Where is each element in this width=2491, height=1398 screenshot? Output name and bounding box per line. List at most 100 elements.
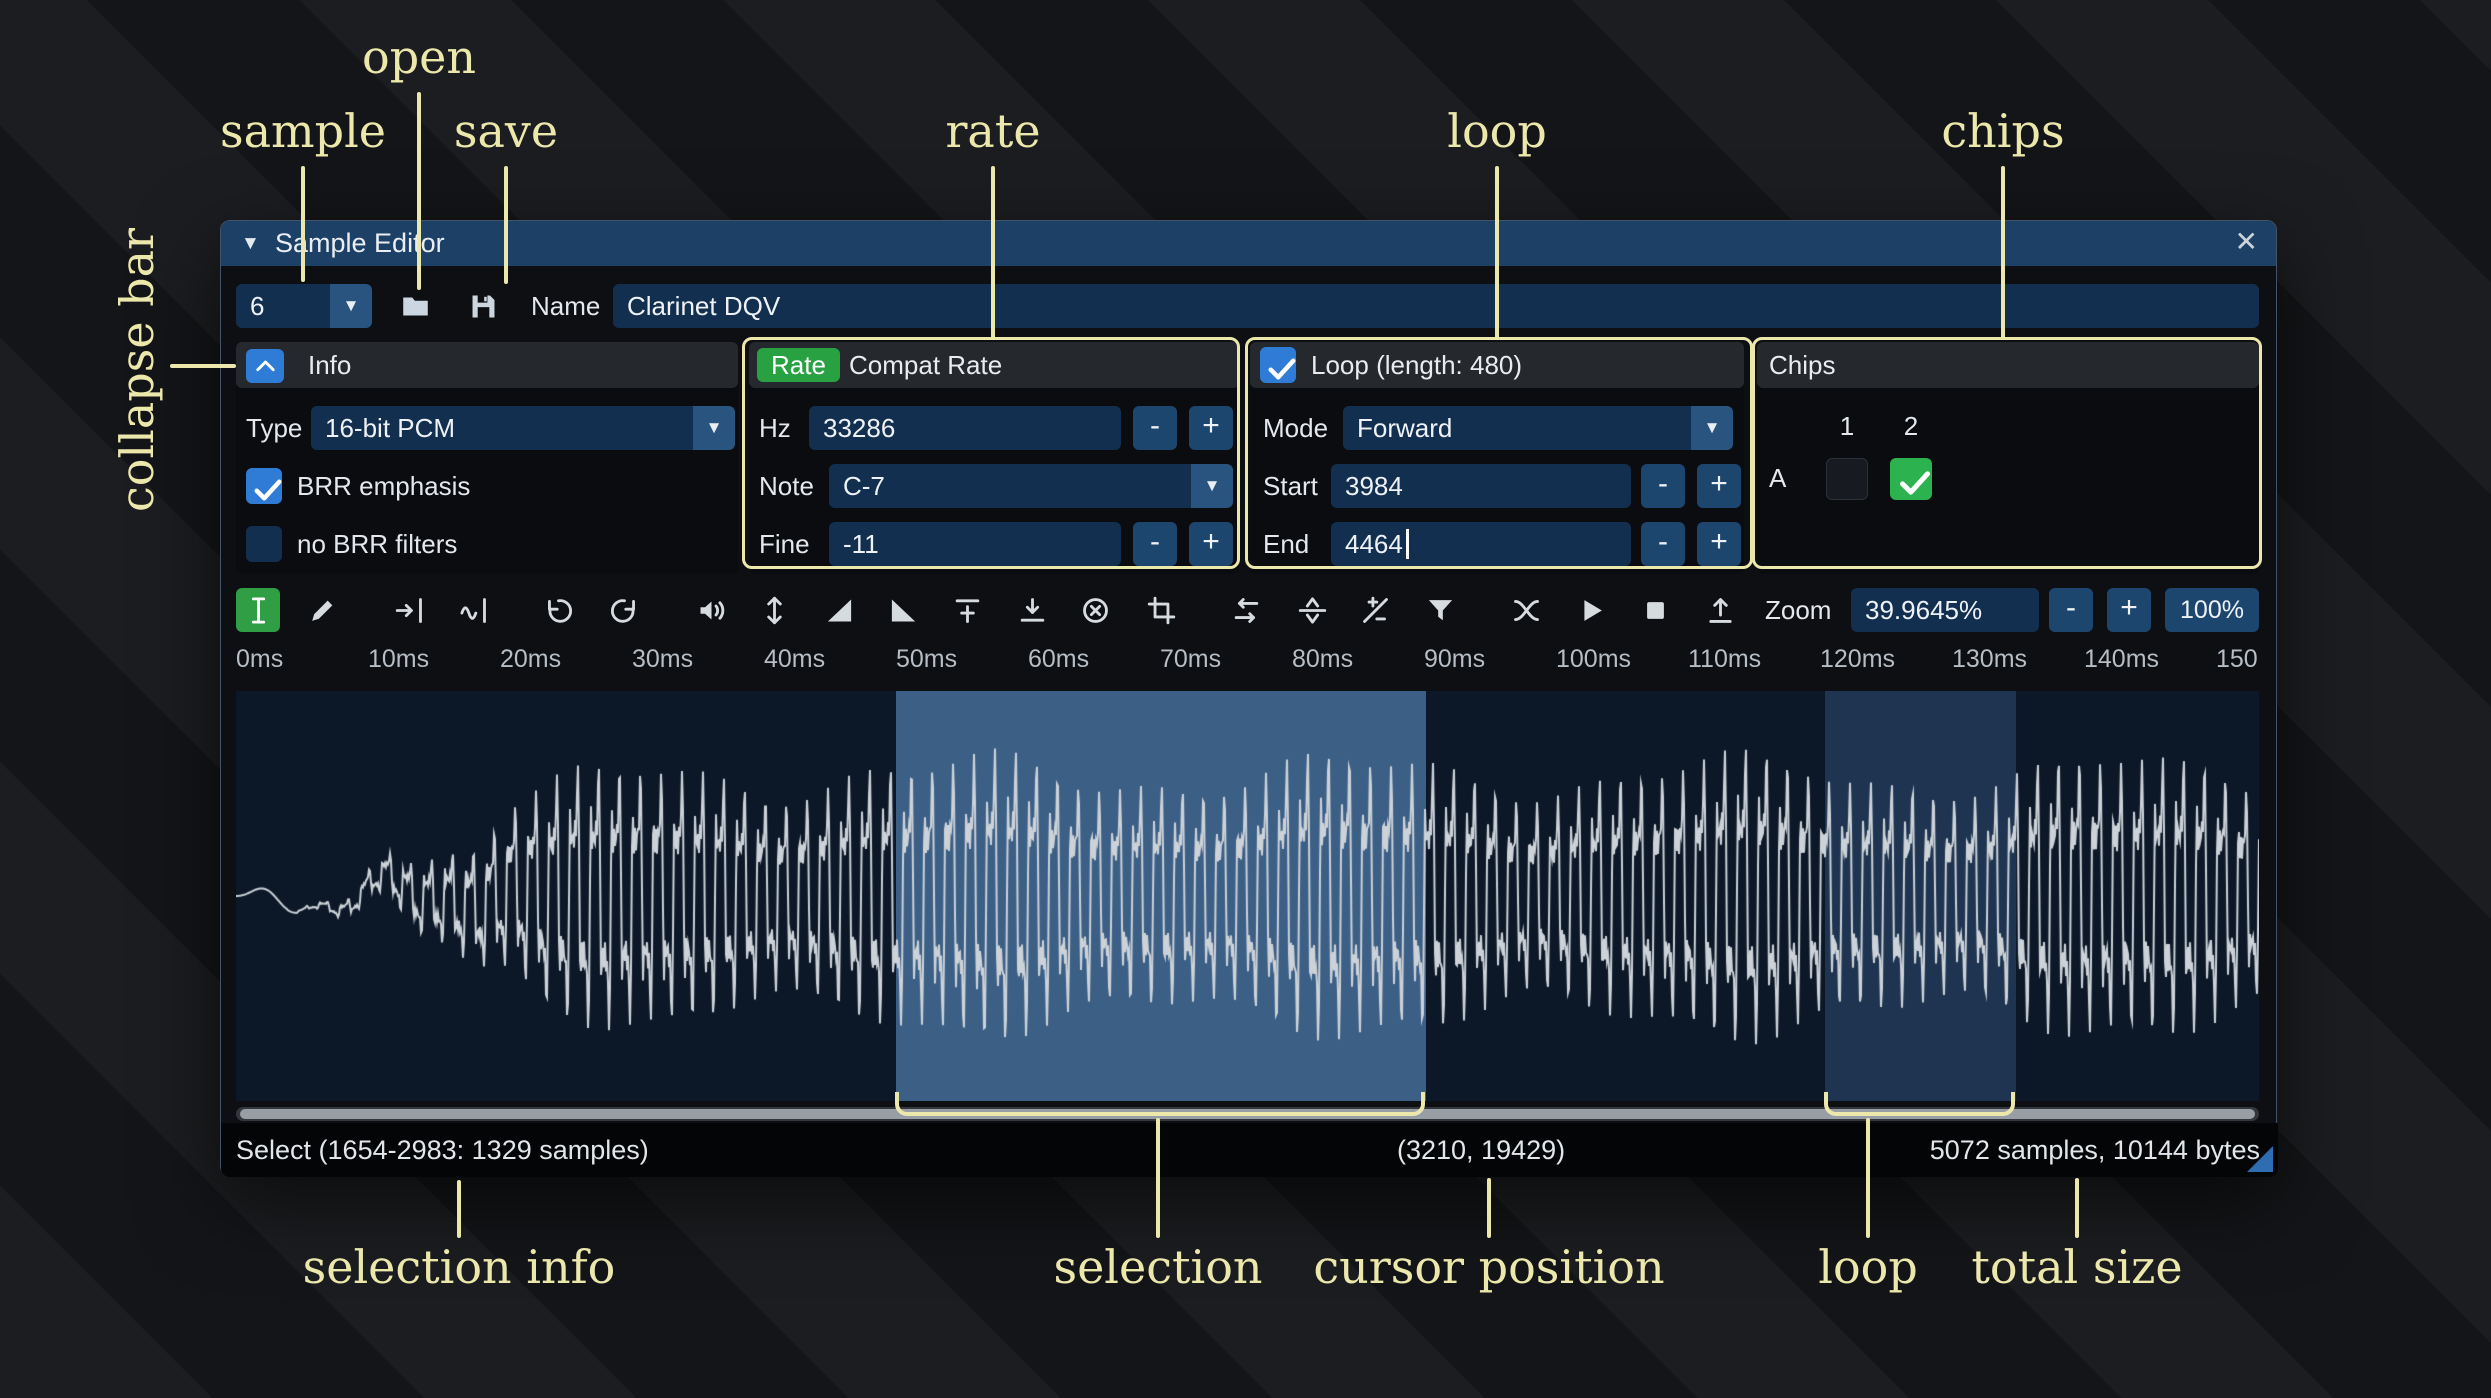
annotation-selection: selection — [1053, 1240, 1263, 1294]
type-label: Type — [246, 413, 303, 443]
create-instrument-button[interactable] — [1698, 588, 1742, 632]
timeline-label: 40ms — [764, 645, 826, 673]
redo-button[interactable] — [602, 588, 646, 632]
no-brr-filters-checkbox[interactable] — [246, 526, 282, 562]
zoom-value-input[interactable]: 39.9645% — [1851, 588, 2039, 632]
annotation-line-total-size — [2075, 1178, 2079, 1238]
annotation-bracket-selection — [894, 1092, 1425, 1116]
waveform-canvas[interactable] — [236, 691, 2259, 1101]
cursor-position-text: (3210, 19429) — [1397, 1135, 1566, 1165]
resize-button[interactable] — [387, 588, 431, 632]
info-section-title: Info — [308, 350, 352, 380]
annotation-line-chips — [2001, 166, 2005, 339]
annotation-total-size: total size — [1971, 1240, 2183, 1294]
sample-selector[interactable]: 6 ▼ — [236, 284, 372, 328]
annotation-save: save — [453, 104, 559, 158]
timeline-label: 0ms — [236, 645, 284, 673]
apply-silence-button[interactable] — [1010, 588, 1054, 632]
resample-button[interactable] — [451, 588, 495, 632]
annotation-collapse-bar: collapse bar — [110, 227, 164, 513]
timeline-label: 80ms — [1292, 645, 1354, 673]
chevron-up-icon — [250, 351, 281, 382]
annotation-rate: rate — [945, 104, 1041, 158]
window-collapse-icon[interactable]: ▼ — [241, 221, 260, 266]
annotation-line-loop-bottom — [1866, 1118, 1870, 1238]
annotation-box-chips — [1752, 337, 2262, 569]
undo-button[interactable] — [536, 588, 580, 632]
sample-type-combo[interactable]: 16-bit PCM ▼ — [311, 406, 735, 450]
folder-icon — [400, 291, 431, 322]
floppy-icon — [468, 291, 499, 322]
reverse-button[interactable] — [1224, 588, 1268, 632]
annotation-open: open — [362, 30, 476, 84]
annotation-line-rate — [991, 166, 995, 339]
brr-emphasis-label: BRR emphasis — [297, 471, 471, 501]
timeline-label: 60ms — [1028, 645, 1090, 673]
status-bar: Select (1654-2983: 1329 samples) (3210, … — [221, 1123, 2278, 1177]
sign-button[interactable] — [1353, 588, 1397, 632]
timeline-label: 10ms — [368, 645, 430, 673]
timeline-label: 150ms — [2216, 645, 2259, 673]
filter-button[interactable] — [1418, 588, 1462, 632]
annotation-line-loop-top — [1495, 166, 1499, 339]
amplify-button[interactable] — [689, 588, 733, 632]
draw-tool-button[interactable] — [300, 588, 344, 632]
zoom-in-button[interactable]: + — [2107, 588, 2151, 632]
no-brr-filters-label: no BRR filters — [297, 529, 458, 559]
annotation-line-collapse-bar — [170, 364, 236, 368]
fade-in-button[interactable] — [817, 588, 861, 632]
timeline-label: 140ms — [2084, 645, 2160, 673]
annotation-selection-info: selection info — [302, 1240, 616, 1294]
annotation-loop-top: loop — [1447, 104, 1547, 158]
annotation-box-rate — [742, 337, 1240, 569]
timeline: 0ms 10ms 20ms 30ms 40ms 50ms 60ms 70ms 80ms 90ms 1… — [236, 639, 2259, 685]
annotation-line-open — [417, 92, 421, 290]
timeline-label: 100ms — [1556, 645, 1632, 673]
chevron-down-icon[interactable]: ▼ — [330, 284, 372, 328]
brr-emphasis-checkbox[interactable] — [246, 468, 282, 504]
annotation-bracket-loop — [1824, 1092, 2016, 1116]
annotation-line-cursor-position — [1487, 1178, 1491, 1238]
crossfade-loop-button[interactable] — [1504, 588, 1548, 632]
collapse-info-button[interactable] — [246, 349, 284, 383]
open-sample-button[interactable] — [393, 284, 437, 328]
zoom-reset-button[interactable]: 100% — [2165, 588, 2259, 632]
name-label: Name — [531, 291, 601, 321]
sample-name-input[interactable]: Clarinet DQV — [613, 284, 2259, 328]
annotation-line-selection — [1156, 1118, 1160, 1238]
zoom-label: Zoom — [1765, 595, 1832, 625]
preview-button[interactable] — [1569, 588, 1613, 632]
timeline-label: 50ms — [896, 645, 958, 673]
desktop-background: ▼ Sample Editor ✕ 6 ▼ Name Clarinet DQV … — [0, 0, 2491, 1398]
timeline-label: 110ms — [1688, 645, 1762, 673]
timeline-label: 70ms — [1160, 645, 1222, 673]
stop-preview-button[interactable] — [1633, 588, 1677, 632]
fade-out-button[interactable] — [881, 588, 925, 632]
annotation-loop-bottom: loop — [1818, 1240, 1918, 1294]
titlebar[interactable]: ▼ Sample Editor ✕ — [221, 221, 2276, 266]
timeline-label: 130ms — [1952, 645, 2028, 673]
save-sample-button[interactable] — [461, 284, 505, 328]
annotation-sample: sample — [219, 104, 387, 158]
invert-button[interactable] — [1290, 588, 1334, 632]
chevron-down-icon[interactable]: ▼ — [693, 406, 735, 450]
window-resize-grip[interactable] — [2247, 1146, 2273, 1172]
selection-info-text: Select (1654-2983: 1329 samples) — [236, 1135, 649, 1165]
delete-button[interactable] — [1073, 588, 1117, 632]
timeline-label: 90ms — [1424, 645, 1486, 673]
info-section: Info Type 16-bit PCM ▼ BRR emphasis no B… — [236, 342, 738, 574]
zoom-out-button[interactable]: - — [2049, 588, 2093, 632]
annotation-line-save — [504, 166, 508, 284]
timeline-label: 20ms — [500, 645, 562, 673]
trim-button[interactable] — [1139, 588, 1183, 632]
insert-silence-button[interactable] — [945, 588, 989, 632]
timeline-label: 120ms — [1820, 645, 1896, 673]
select-tool-button[interactable] — [236, 588, 280, 632]
total-size-text: 5072 samples, 10144 bytes — [1929, 1135, 2260, 1165]
annotation-cursor-position: cursor position — [1313, 1240, 1665, 1294]
sample-selector-value: 6 — [250, 291, 265, 321]
close-icon[interactable]: ✕ — [2235, 221, 2258, 266]
timeline-label: 30ms — [632, 645, 694, 673]
normalize-button[interactable] — [752, 588, 796, 632]
waveform-view[interactable] — [236, 691, 2259, 1101]
